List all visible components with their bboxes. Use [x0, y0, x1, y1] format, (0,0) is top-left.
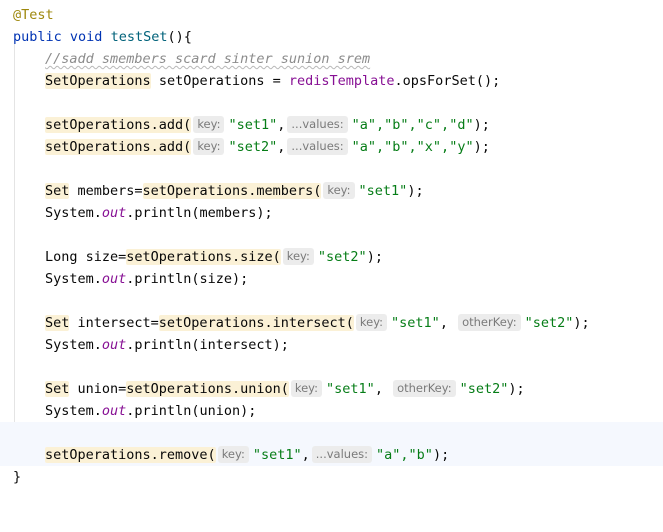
code-line-declaration[interactable]: SetOperations setOperations = redisTempl…	[0, 70, 663, 92]
code-line-remove[interactable]: setOperations.remove(key: "set1", ...value…	[0, 444, 663, 466]
parameter-hint-key: key:	[355, 314, 388, 331]
code-line-add-set1[interactable]: setOperations.add(key: "set1", ...values: "…	[0, 114, 663, 136]
code-editor[interactable]: @Test public void testSet(){ //sadd smem…	[0, 0, 663, 503]
parameter-hint-values: ...values:	[287, 116, 348, 133]
code-line-print-intersect[interactable]: System.out.println(intersect);	[0, 334, 663, 356]
code-line-print-union[interactable]: System.out.println(union);	[0, 400, 663, 422]
comment: //sadd smembers scard sinter sunion srem	[45, 51, 371, 67]
closing-brace: }	[13, 469, 22, 485]
type-name: SetOperations	[45, 73, 151, 89]
code-line-size[interactable]: Long size=setOperations.size(key: "set2")…	[0, 246, 663, 268]
code-line-print-members[interactable]: System.out.println(members);	[0, 202, 663, 224]
field-reference: redisTemplate	[288, 73, 395, 89]
method-open: (){	[167, 29, 192, 45]
code-line-current[interactable]	[0, 422, 663, 444]
variable-name: setOperations	[158, 73, 265, 89]
code-line-members[interactable]: Set members=setOperations.members(key: "s…	[0, 180, 663, 202]
code-line-comment[interactable]: //sadd smembers scard sinter sunion srem	[0, 48, 663, 70]
parameter-hint-key: key:	[193, 138, 225, 155]
annotation: @Test	[13, 7, 54, 23]
parameter-hint-key: key:	[290, 380, 323, 397]
code-line-close[interactable]: }	[0, 466, 663, 488]
parameter-hint-other-key: otherKey:	[458, 314, 521, 331]
parameter-hint-key: key:	[217, 446, 249, 463]
parameter-hint-values: ...values:	[287, 138, 348, 155]
code-line-print-size[interactable]: System.out.println(size);	[0, 268, 663, 290]
parameter-hint-other-key: otherKey:	[393, 380, 456, 397]
parameter-hint-key: key:	[323, 182, 355, 199]
code-line-union[interactable]: Set union=setOperations.union(key: "set1"…	[0, 378, 663, 400]
method-name: testSet	[110, 29, 168, 45]
code-line-add-set2[interactable]: setOperations.add(key: "set2", ...values: "…	[0, 136, 663, 158]
parameter-hint-values: ...values:	[311, 446, 373, 463]
parameter-hint-key: key:	[193, 116, 225, 133]
code-line-intersect[interactable]: Set intersect=setOperations.intersect(ke…	[0, 312, 663, 334]
return-type-keyword: void	[69, 29, 103, 45]
modifier-keyword: public	[13, 29, 62, 45]
parameter-hint-key: key:	[282, 248, 314, 265]
code-line-annotation[interactable]: @Test	[0, 4, 663, 26]
code-line-method-signature[interactable]: public void testSet(){	[0, 26, 663, 48]
